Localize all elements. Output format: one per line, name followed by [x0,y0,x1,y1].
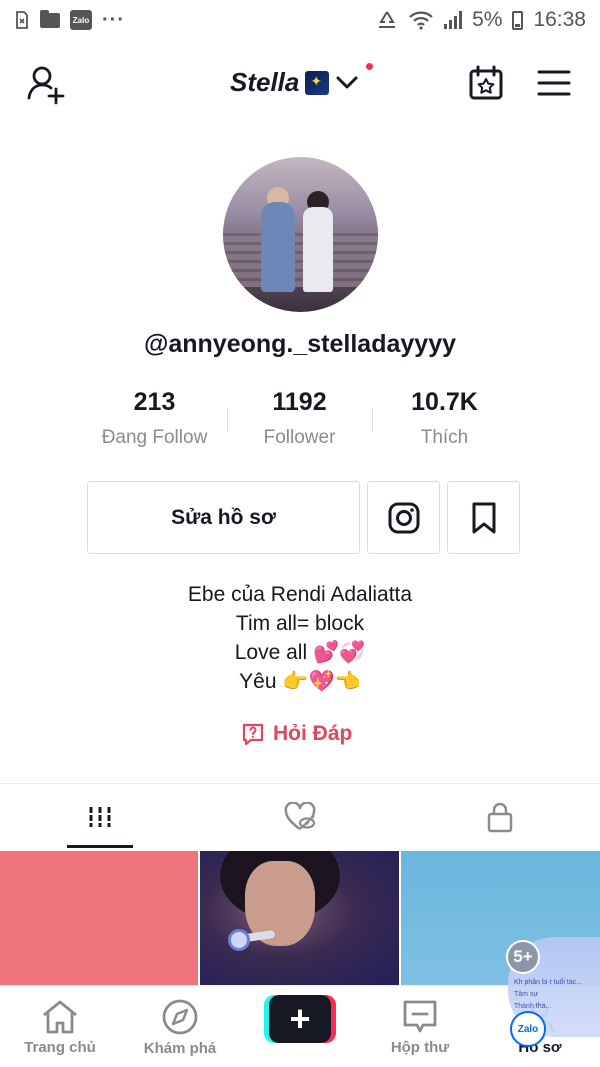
lock-icon [487,802,513,833]
calendar-event-button[interactable] [468,65,504,101]
likes-stat[interactable]: 10.7K Thích [372,388,517,458]
inbox-icon [403,1000,437,1032]
notification-dot [366,63,373,70]
followers-stat[interactable]: 1192 Follower [227,388,372,458]
add-user-icon [27,66,65,105]
more-notifications-icon: ··· [102,8,125,31]
chevron-down-icon [336,76,358,88]
bio-line: Yêu 👉💖👈 [239,670,361,693]
unread-count-badge: 5+ [506,940,540,974]
clock: 16:38 [533,8,586,31]
liked-hidden-icon [284,802,316,831]
hamburger-icon [537,70,571,96]
edit-profile-button[interactable]: Sửa hồ sơ [87,481,360,554]
bio-line: Tim all= block [235,612,365,635]
battery-icon [512,10,524,30]
likes-label: Thích [420,427,469,448]
avatar[interactable] [223,157,378,312]
nav-discover-label: Khám phá [143,1039,217,1057]
grid-icon [89,807,111,827]
following-stat[interactable]: 213 Đang Follow [82,388,227,458]
zalo-notification-icon: Zalo [70,10,92,30]
bio: Ebe của Rendi Adaliatta Tim all= block L… [0,580,600,696]
nav-home-label: Trang chủ [24,1038,96,1056]
followers-count: 1192 [272,388,327,416]
profile-header: Stella [0,55,600,111]
nav-inbox[interactable]: Hộp thư [360,986,480,1067]
nav-home[interactable]: Trang chủ [0,986,120,1067]
content-tabs [0,784,600,850]
wifi-icon [408,10,434,30]
nav-discover[interactable]: Khám phá [120,986,240,1067]
tab-videos[interactable] [0,784,200,850]
status-bar: Zalo ··· 5% 16:38 [0,0,600,40]
question-chat-icon [242,723,264,746]
account-switcher[interactable]: Stella [230,67,359,98]
active-tab-indicator [67,845,133,848]
compass-icon [162,999,198,1034]
folder-icon [40,9,60,28]
likes-count: 10.7K [411,388,478,416]
menu-button[interactable] [537,69,571,97]
favorites-button[interactable] [447,481,520,554]
chat-preview-line: Tâm sự [514,991,539,998]
tab-private[interactable] [400,784,600,850]
instagram-icon [388,502,419,533]
calendar-star-icon [469,65,503,100]
zalo-logo-icon: Zalo [510,1011,546,1047]
qa-link[interactable]: Hỏi Đáp [241,722,352,746]
account-name: Stella [230,67,300,97]
profile-stats: 213 Đang Follow 1192 Follower 10.7K Thíc… [82,388,518,458]
storage-icon [14,10,30,30]
fireworks-emoji-icon [305,70,330,95]
plus-icon: + [269,995,331,1043]
tab-liked[interactable] [200,784,400,850]
create-button[interactable]: + [264,995,336,1043]
add-friend-button[interactable] [26,65,66,105]
followers-label: Follower [263,427,336,448]
instagram-button[interactable] [367,481,440,554]
chat-preview-line: Kh phân bi·t tuổi tác... [514,979,583,986]
video-thumbnail[interactable] [0,851,198,985]
signal-icon [444,11,463,29]
nav-inbox-label: Hộp thư [390,1038,450,1056]
following-label: Đang Follow [101,427,208,448]
video-thumbnail[interactable] [200,851,399,985]
qa-label: Hỏi Đáp [273,722,353,745]
username: @annyeong._stelladayyyy [143,330,456,358]
following-count: 213 [133,388,176,416]
recycle-icon [376,10,398,30]
bookmark-icon [472,502,495,533]
bio-line: Love all 💕💞 [234,641,366,664]
bio-line: Ebe của Rendi Adaliatta [187,583,413,606]
home-icon [43,1000,77,1033]
battery-percent: 5% [472,8,503,31]
